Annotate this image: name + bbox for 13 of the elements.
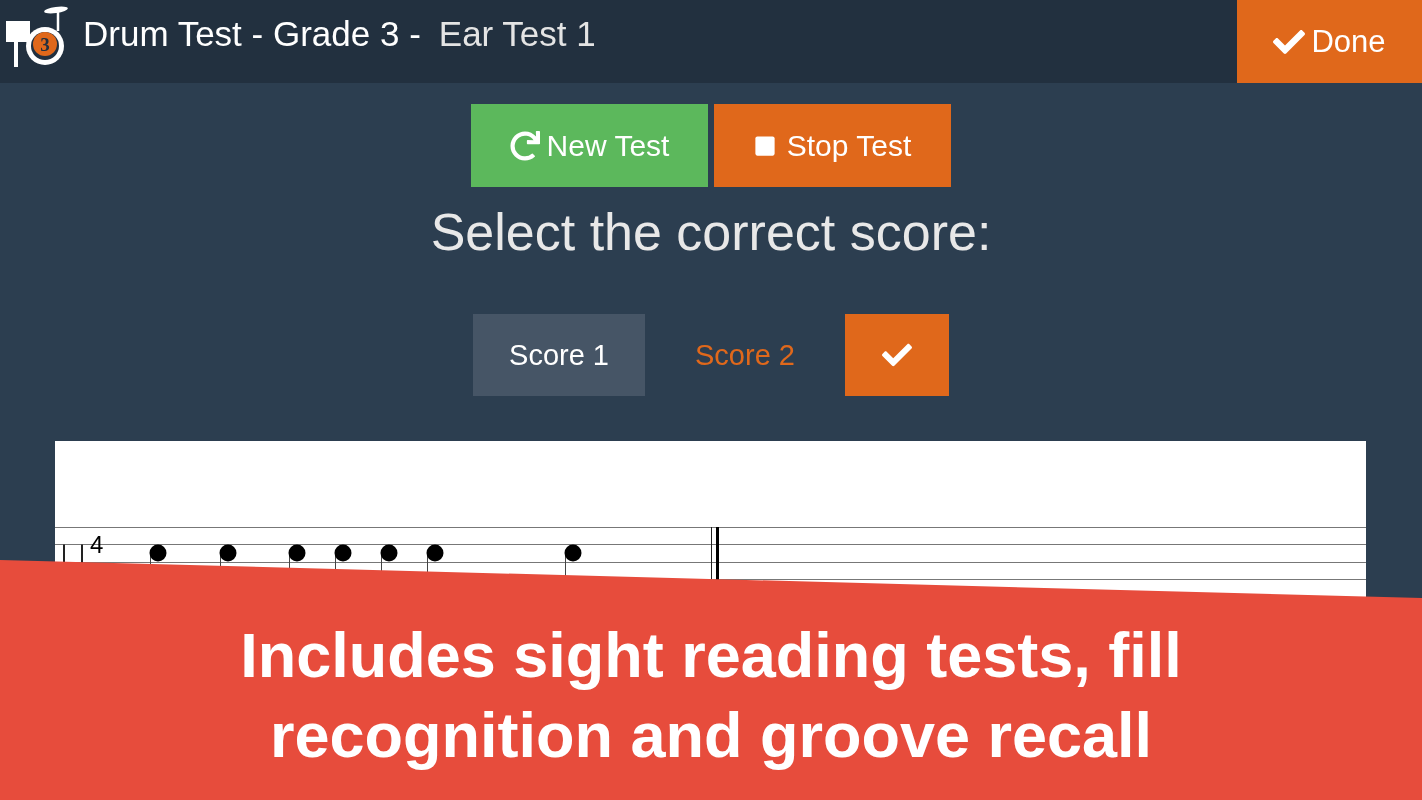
new-test-button[interactable]: New Test	[471, 104, 708, 187]
promo-caption: Includes sight reading tests, fill recognition and groove recall	[239, 619, 1183, 772]
stop-icon	[753, 134, 776, 157]
refresh-icon	[509, 130, 540, 161]
prompt-heading: Select the correct score:	[430, 202, 992, 262]
app-title: Drum Test - Grade 3 -	[83, 13, 421, 54]
done-button[interactable]: Done	[1237, 0, 1422, 83]
confirm-button[interactable]	[844, 314, 949, 396]
score-tab[interactable]: Score 1	[473, 314, 645, 396]
score-tab[interactable]: Score 2	[659, 314, 831, 396]
time-signature: 4	[90, 531, 104, 558]
stop-test-button[interactable]: Stop Test	[714, 104, 951, 187]
test-name: Ear Test 1	[438, 13, 596, 54]
